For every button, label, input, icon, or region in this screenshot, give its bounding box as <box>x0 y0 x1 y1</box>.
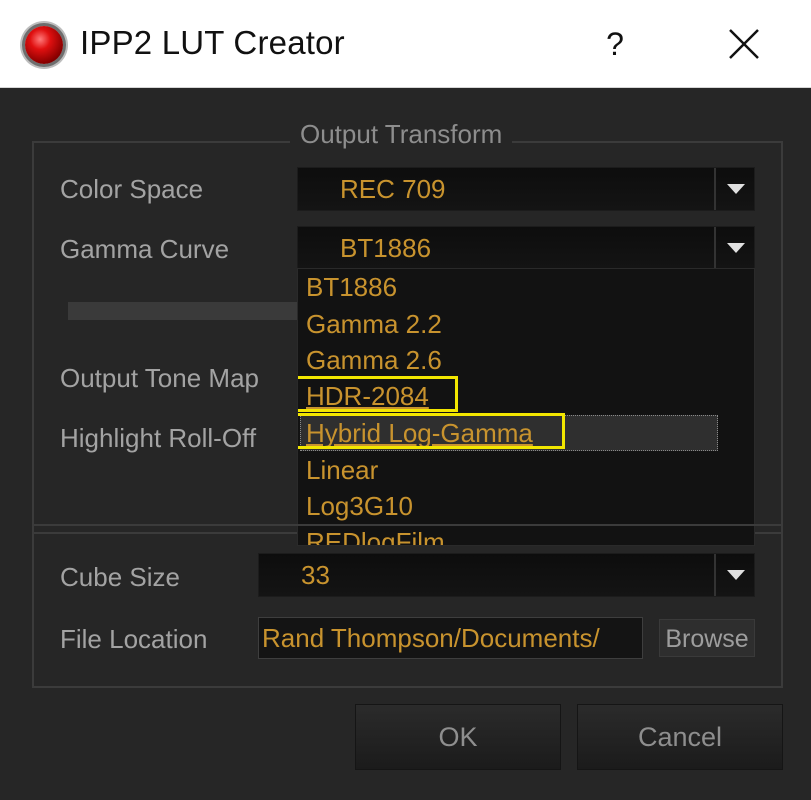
cancel-button[interactable]: Cancel <box>577 704 783 770</box>
window-title: IPP2 LUT Creator <box>80 24 345 61</box>
output-transform-legend: Output Transform <box>290 118 513 150</box>
red-record-icon <box>25 26 63 64</box>
dropdown-option[interactable]: Gamma 2.2 <box>306 306 442 342</box>
gamma-curve-dropdown-list[interactable]: BT1886 Gamma 2.2 Gamma 2.6 HDR-2084 Hybr… <box>297 268 755 546</box>
chevron-down-icon[interactable] <box>714 227 754 269</box>
gamma-curve-select[interactable]: BT1886 <box>297 226 755 270</box>
color-space-value: REC 709 <box>340 174 446 204</box>
help-button[interactable]: ? <box>598 22 632 66</box>
ok-button[interactable]: OK <box>355 704 561 770</box>
color-space-select[interactable]: REC 709 <box>297 167 755 211</box>
annotation-highlight-box <box>298 376 458 412</box>
cube-size-select[interactable]: 33 <box>258 553 755 597</box>
gamma-slider-track[interactable] <box>68 302 298 320</box>
cube-settings-group <box>32 524 783 688</box>
chevron-down-icon[interactable] <box>714 554 754 596</box>
title-bar: IPP2 LUT Creator ? <box>0 0 811 88</box>
file-location-label: File Location <box>60 624 208 654</box>
dropdown-option[interactable]: Gamma 2.6 <box>306 342 442 378</box>
color-space-label: Color Space <box>60 174 204 204</box>
annotation-highlight-box <box>298 413 565 449</box>
close-button[interactable] <box>726 26 762 62</box>
highlight-roll-off-label: Highlight Roll-Off <box>60 423 257 453</box>
gamma-curve-value: BT1886 <box>340 233 432 263</box>
dropdown-option[interactable]: Log3G10 <box>306 488 413 524</box>
browse-button[interactable]: Browse <box>659 619 755 657</box>
chevron-down-icon[interactable] <box>714 168 754 210</box>
close-icon <box>729 29 759 59</box>
dropdown-option[interactable]: BT1886 <box>306 269 397 305</box>
dropdown-option[interactable]: Linear <box>306 452 378 488</box>
file-location-field[interactable]: Rand Thompson/Documents/ <box>258 617 643 659</box>
cube-size-value: 33 <box>301 560 330 590</box>
cube-size-label: Cube Size <box>60 562 180 592</box>
output-tone-map-label: Output Tone Map <box>60 363 259 393</box>
gamma-curve-label: Gamma Curve <box>60 234 230 264</box>
dialog-body: Output Transform Color Space REC 709 Gam… <box>0 88 811 800</box>
